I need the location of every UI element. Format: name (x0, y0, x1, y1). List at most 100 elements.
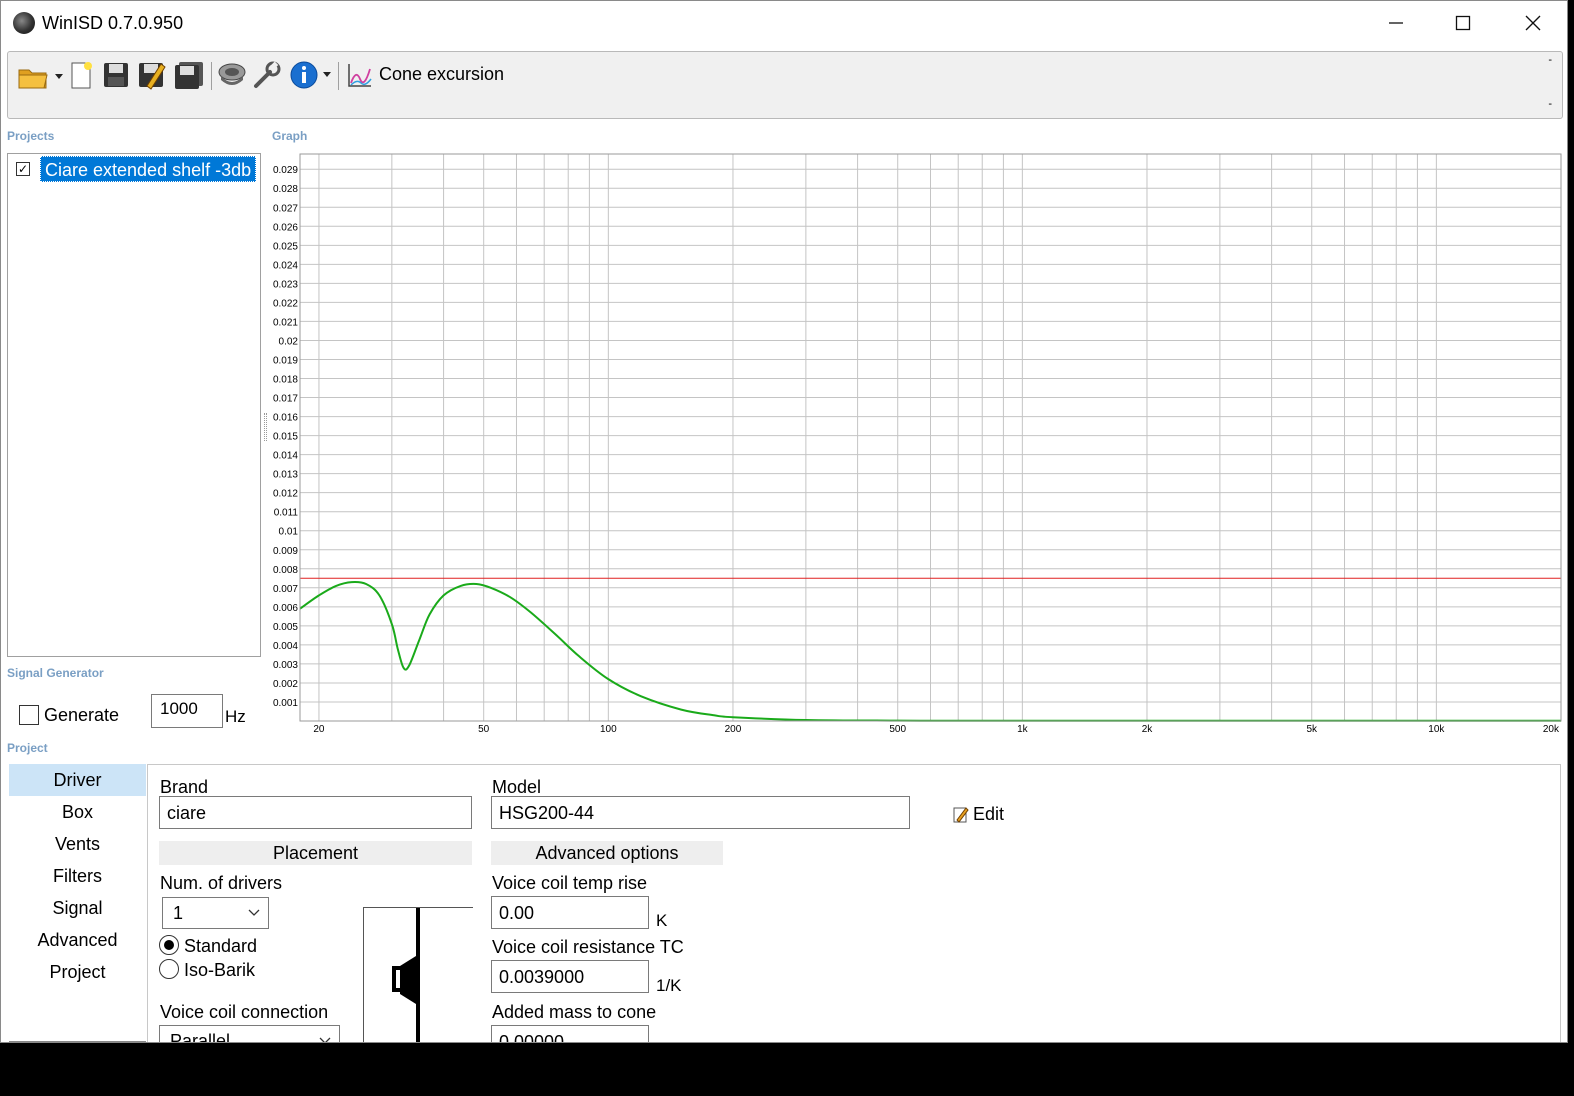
isobarik-radio[interactable] (159, 959, 179, 979)
placement-diagram (363, 907, 473, 1042)
y-tick-label: 0.028 (273, 184, 298, 195)
chevron-down-icon (248, 904, 260, 924)
isobarik-label: Iso-Barik (184, 960, 256, 980)
brand-field[interactable]: ciare (159, 796, 472, 829)
y-tick-label: 0.012 (273, 489, 298, 500)
y-tick-label: 0.013 (273, 470, 298, 481)
project-nav: Driver Box Vents Filters Signal Advanced… (9, 764, 146, 988)
nav-box[interactable]: Box (9, 796, 146, 828)
plot-type-label[interactable]: Cone excursion (379, 64, 504, 85)
new-document-icon (71, 62, 92, 89)
save-all-button[interactable] (172, 58, 206, 92)
speaker-app-icon (13, 12, 35, 34)
driver-editor-button[interactable] (216, 58, 248, 92)
open-folder-icon (18, 69, 63, 89)
info-menu-button[interactable] (288, 58, 336, 92)
nav-project[interactable]: Project (9, 956, 146, 988)
y-tick-label: 0.029 (273, 165, 298, 176)
x-tick-label: 2k (1142, 724, 1154, 735)
wrench-icon (254, 61, 281, 88)
y-axis-labels: 0.001 0.002 0.003 0.004 0.005 0.006 0.007 0.008… (273, 165, 298, 709)
y-tick-label: 0.005 (273, 622, 298, 633)
model-label: Model (492, 777, 542, 797)
placement-header: Placement (159, 841, 472, 865)
voice-coil-connection-value: Parallel (170, 1031, 231, 1043)
save-all-icon (175, 62, 203, 89)
chevron-down-icon (319, 1032, 331, 1042)
x-tick-label: 20k (1543, 724, 1560, 735)
added-mass-field[interactable]: 0.00000 (491, 1025, 649, 1042)
x-axis-labels: 20 50 100 200 500 1k 2k 5k 10k 20k (313, 724, 1560, 735)
x-tick-label: 100 (600, 724, 617, 735)
y-tick-label: 0.011 (274, 508, 299, 519)
generate-checkbox[interactable] (19, 705, 39, 725)
nav-vents[interactable]: Vents (9, 828, 146, 860)
driver-placement-icon (392, 908, 420, 1042)
num-drivers-label: Num. of drivers (160, 873, 283, 893)
title-bar: WinISD 0.7.0.950 (1, 1, 1567, 45)
nav-bottom-line (9, 1041, 146, 1042)
info-icon (290, 61, 331, 89)
y-tick-label: 0.007 (273, 584, 298, 595)
frequency-input[interactable]: 1000 (151, 694, 223, 728)
toolbar-overflow-bottom[interactable]: - (1548, 98, 1552, 110)
y-tick-label: 0.017 (273, 394, 298, 405)
y-tick-label: 0.023 (273, 279, 298, 290)
nav-driver[interactable]: Driver (9, 764, 146, 796)
open-project-button[interactable] (16, 58, 64, 92)
added-mass-label: Added mass to cone (492, 1002, 657, 1022)
voice-coil-connection-label: Voice coil connection (160, 1002, 329, 1022)
new-project-button[interactable] (66, 58, 96, 92)
save-button[interactable] (100, 58, 132, 92)
graph-section-label: Graph (272, 129, 308, 143)
advanced-options-header: Advanced options (491, 841, 723, 865)
maximize-button[interactable] (1428, 1, 1498, 45)
nav-filters[interactable]: Filters (9, 860, 146, 892)
standard-radio[interactable] (159, 935, 179, 955)
num-drivers-value: 1 (173, 903, 184, 923)
x-tick-label: 50 (478, 724, 490, 735)
tools-button[interactable] (250, 58, 284, 92)
y-tick-label: 0.009 (273, 546, 298, 557)
nav-signal[interactable]: Signal (9, 892, 146, 924)
generate-label: Generate (44, 705, 120, 725)
vc-temp-rise-field[interactable]: 0.00 (491, 896, 649, 929)
x-tick-label: 1k (1017, 724, 1029, 735)
cone-excursion-graph[interactable]: 0.001 0.002 0.003 0.004 0.005 0.006 0.007 0.008… (265, 143, 1565, 743)
edit-label: Edit (973, 804, 1005, 824)
y-tick-label: 0.022 (273, 298, 298, 309)
winisd-window: WinISD 0.7.0.950 Cone excursion - - Proj… (0, 0, 1568, 1043)
y-tick-label: 0.008 (273, 565, 298, 576)
save-as-button[interactable] (135, 58, 169, 92)
chart-icon (348, 64, 372, 87)
vc-resistance-tc-field[interactable]: 0.0039000 (491, 960, 649, 993)
x-tick-label: 10k (1428, 724, 1445, 735)
vc-resistance-tc-label: Voice coil resistance TC (492, 937, 684, 957)
projects-list[interactable]: ✓ Ciare extended shelf -3db (7, 153, 261, 657)
minimize-button[interactable] (1361, 1, 1431, 45)
x-tick-label: 500 (889, 724, 906, 735)
edit-driver-button[interactable]: Edit (953, 804, 1004, 825)
toolbar-overflow-top[interactable]: - (1548, 54, 1552, 66)
y-tick-label: 0.02 (279, 336, 299, 347)
close-button[interactable] (1498, 1, 1567, 45)
model-field[interactable]: HSG200-44 (491, 796, 910, 829)
brand-label: Brand (160, 777, 209, 797)
close-icon (1525, 15, 1541, 31)
vc-temp-rise-label: Voice coil temp rise (492, 873, 648, 893)
num-drivers-select[interactable]: 1 (162, 897, 269, 929)
x-tick-label: 200 (725, 724, 742, 735)
project-item[interactable]: Ciare extended shelf -3db (40, 156, 257, 182)
voice-coil-connection-select[interactable]: Parallel (159, 1025, 340, 1043)
plot-type-button[interactable] (345, 58, 375, 92)
y-tick-label: 0.01 (279, 527, 299, 538)
frequency-unit: Hz (225, 707, 246, 726)
y-tick-label: 0.018 (273, 375, 298, 386)
y-tick-label: 0.024 (273, 260, 298, 271)
y-tick-label: 0.021 (273, 317, 298, 328)
y-tick-label: 0.001 (273, 698, 298, 709)
y-tick-label: 0.019 (273, 355, 298, 366)
nav-advanced[interactable]: Advanced (9, 924, 146, 956)
project-checkbox[interactable]: ✓ (16, 162, 30, 176)
project-section-label: Project (7, 741, 48, 755)
